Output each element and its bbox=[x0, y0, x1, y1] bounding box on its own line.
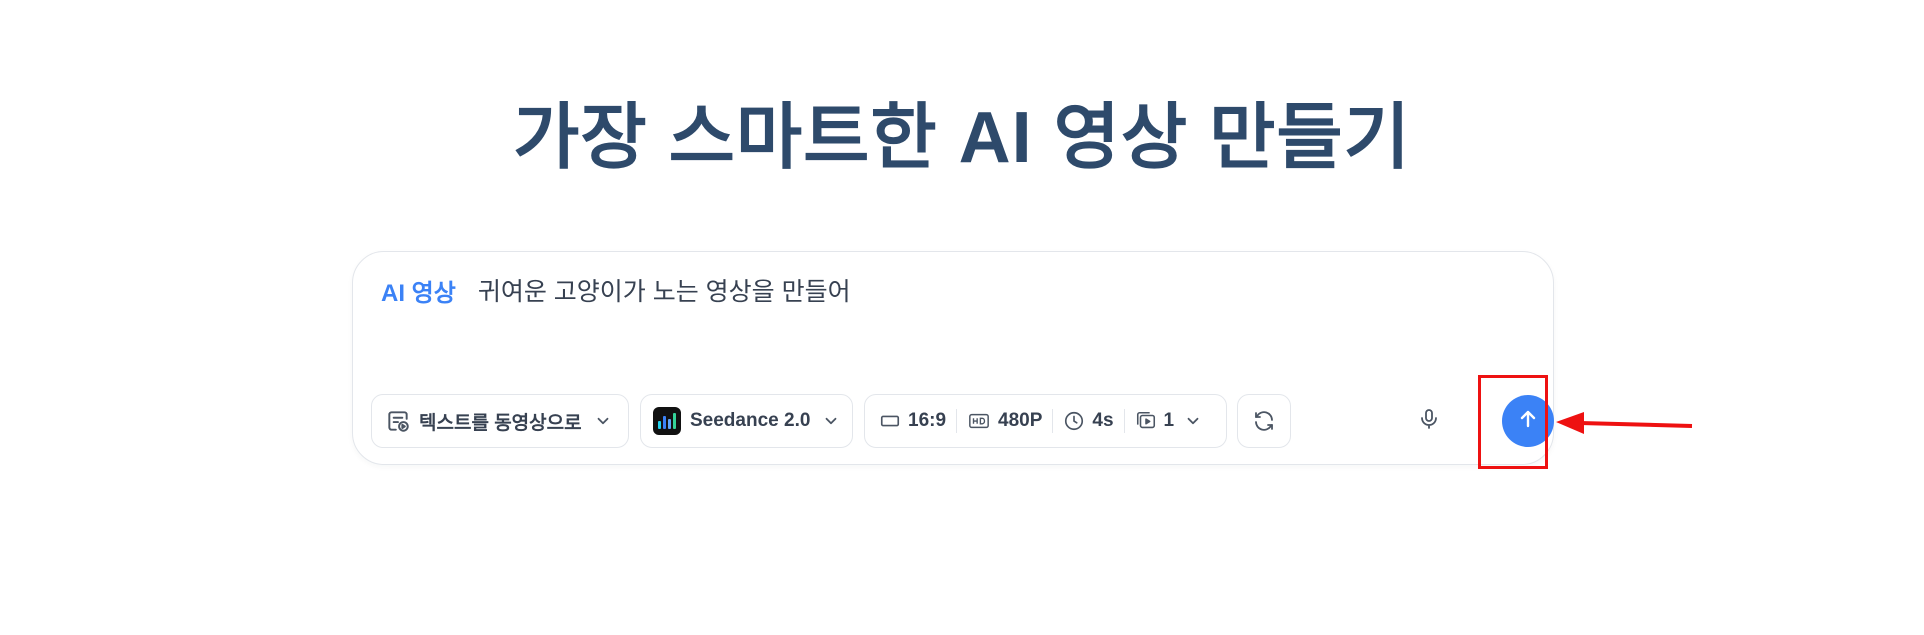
generation-mode-label: 텍스트를 동영상으로 bbox=[419, 412, 582, 434]
prompt-composer: AI 영상 귀여운 고양이가 노는 영상을 만들어 텍스트를 동영상으로 See… bbox=[352, 251, 1554, 465]
divider bbox=[1052, 409, 1054, 433]
video-params-select[interactable]: 16:9 480P 4s 1 bbox=[864, 394, 1227, 448]
chevron-down-icon bbox=[1184, 412, 1202, 430]
microphone-icon bbox=[1417, 406, 1441, 437]
resolution-param: 480P bbox=[967, 410, 1042, 432]
refresh-button[interactable] bbox=[1237, 394, 1291, 448]
aspect-ratio-param: 16:9 bbox=[879, 410, 946, 432]
clock-icon bbox=[1063, 410, 1085, 432]
mode-tag[interactable]: AI 영상 bbox=[381, 273, 456, 308]
count-value: 1 bbox=[1163, 410, 1175, 431]
chevron-down-icon bbox=[822, 412, 840, 430]
page: 가장 스마트한 AI 영상 만들기 AI 영상 귀여운 고양이가 노는 영상을 … bbox=[0, 0, 1924, 635]
generation-mode-select[interactable]: 텍스트를 동영상으로 bbox=[371, 394, 629, 448]
duration-value: 4s bbox=[1092, 410, 1114, 431]
refresh-icon bbox=[1252, 409, 1276, 433]
seedance-logo-icon bbox=[653, 407, 681, 435]
aspect-ratio-value: 16:9 bbox=[908, 410, 947, 431]
aspect-ratio-icon bbox=[879, 410, 901, 432]
microphone-button[interactable] bbox=[1415, 407, 1443, 435]
chevron-down-icon bbox=[594, 412, 612, 430]
model-label: Seedance 2.0 bbox=[690, 410, 811, 431]
video-count-icon bbox=[1135, 410, 1157, 432]
page-title: 가장 스마트한 AI 영상 만들기 bbox=[513, 98, 1411, 178]
hd-icon bbox=[967, 410, 991, 432]
text-to-video-icon bbox=[385, 408, 411, 434]
divider bbox=[1123, 409, 1125, 433]
composer-toolbar: 텍스트를 동영상으로 Seedance 2.0 16:9 480P 4s 1 bbox=[371, 394, 1554, 448]
divider bbox=[956, 409, 958, 433]
annotation-arrow-icon bbox=[1556, 412, 1693, 434]
count-param: 1 bbox=[1135, 410, 1175, 432]
annotation-highlight-box bbox=[1478, 375, 1548, 469]
duration-param: 4s bbox=[1063, 410, 1114, 432]
model-select[interactable]: Seedance 2.0 bbox=[640, 394, 853, 448]
prompt-input[interactable]: 귀여운 고양이가 노는 영상을 만들어 bbox=[478, 272, 851, 308]
prompt-row: AI 영상 귀여운 고양이가 노는 영상을 만들어 bbox=[381, 272, 1525, 308]
resolution-value: 480P bbox=[998, 410, 1043, 431]
